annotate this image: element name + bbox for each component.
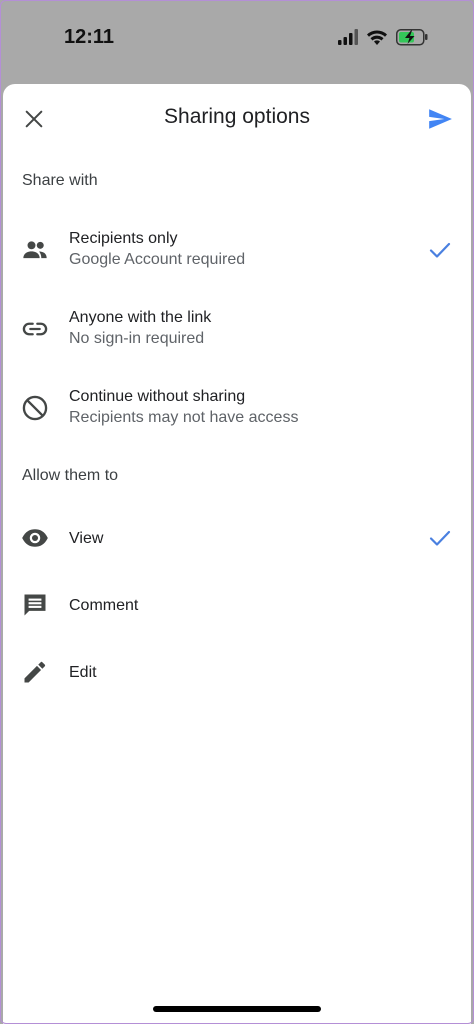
option-title: Continue without sharing	[69, 388, 246, 405]
link-icon	[20, 314, 50, 344]
people-icon	[20, 235, 50, 265]
option-subtitle: Recipients may not have access	[69, 409, 299, 426]
wifi-icon	[367, 30, 387, 45]
page-title: Sharing options	[164, 105, 310, 128]
battery-charging-icon	[396, 29, 428, 46]
cellular-signal-icon	[338, 29, 358, 45]
pencil-icon	[20, 657, 50, 687]
option-subtitle: Google Account required	[69, 251, 246, 268]
send-icon	[429, 109, 452, 129]
share-with-heading: Share with	[22, 172, 98, 189]
option-subtitle: No sign-in required	[69, 330, 205, 347]
sharing-options-sheet: Sharing options Share with Recipients on…	[3, 84, 471, 1024]
status-icons	[336, 26, 436, 48]
selected-checkmark-icon	[427, 237, 453, 263]
option-title: View	[69, 530, 104, 547]
option-title: Recipients only	[69, 230, 178, 247]
option-title: Edit	[69, 664, 97, 681]
option-recipients-only[interactable]: Recipients only Google Account required	[3, 219, 471, 279]
option-edit[interactable]: Edit	[3, 642, 471, 702]
block-icon	[20, 393, 50, 423]
allow-them-to-heading: Allow them to	[22, 467, 119, 484]
status-time: 12:11	[64, 26, 115, 48]
option-title: Anyone with the link	[69, 309, 212, 326]
option-comment[interactable]: Comment	[3, 575, 471, 635]
eye-icon	[20, 523, 50, 553]
option-view[interactable]: View	[3, 508, 471, 568]
home-indicator[interactable]	[153, 1006, 321, 1012]
sheet-header: Sharing options	[3, 84, 471, 150]
selected-checkmark-icon	[427, 525, 453, 551]
option-anyone-with-link[interactable]: Anyone with the link No sign-in required	[3, 298, 471, 358]
send-button[interactable]	[423, 102, 457, 136]
status-bar: 12:11	[0, 0, 474, 84]
option-title: Comment	[69, 597, 139, 614]
comment-icon	[20, 590, 50, 620]
option-continue-without-sharing[interactable]: Continue without sharing Recipients may …	[3, 377, 471, 437]
